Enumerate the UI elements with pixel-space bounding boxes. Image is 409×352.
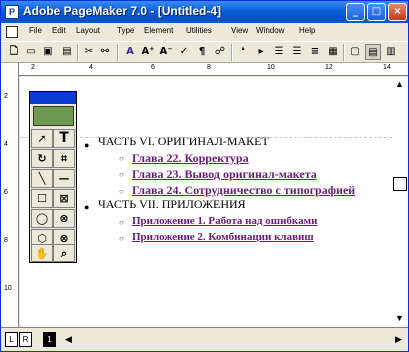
rotate-tool-icon[interactable]: ↻ bbox=[31, 149, 53, 168]
bullet-icon: ○ bbox=[119, 218, 124, 227]
doc-line[interactable]: Приложение 1. Работа над ошибками bbox=[132, 215, 317, 227]
cut-icon[interactable]: ✂ bbox=[81, 44, 97, 60]
menu-type[interactable]: Type bbox=[117, 26, 134, 35]
rectangle-frame-tool-icon[interactable]: ⊠ bbox=[53, 189, 75, 208]
doc-line[interactable]: ЧАСТЬ VII. ПРИЛОЖЕНИЯ bbox=[98, 197, 246, 212]
bullet-icon: ○ bbox=[119, 170, 124, 179]
crop-tool-icon[interactable]: ⌗ bbox=[53, 149, 75, 168]
print-icon[interactable]: ▤ bbox=[59, 44, 75, 60]
scroll-thumb[interactable] bbox=[393, 177, 407, 191]
ruler-label: 14 bbox=[383, 64, 391, 71]
hand-tool-icon[interactable]: ✋ bbox=[31, 244, 53, 262]
ruler-label: 8 bbox=[207, 64, 211, 71]
outline-icon[interactable]: ▦ bbox=[325, 44, 341, 60]
open-icon[interactable]: ▭ bbox=[23, 44, 39, 60]
menu-window[interactable]: Window bbox=[256, 26, 284, 35]
document-menu-icon[interactable] bbox=[6, 26, 18, 38]
frame-icon[interactable]: ▢ bbox=[347, 44, 363, 60]
ruler-label: 6 bbox=[151, 64, 155, 71]
menu-bar: File Edit Layout Type Element Utilities … bbox=[1, 23, 408, 41]
vertical-ruler[interactable]: 2 4 6 8 10 bbox=[1, 63, 19, 328]
rectangle-tool-icon[interactable]: ☐ bbox=[31, 189, 53, 208]
align-left-icon[interactable]: ☰ bbox=[271, 44, 287, 60]
close-button[interactable]: × bbox=[388, 3, 407, 21]
bullet-icon: ○ bbox=[119, 234, 124, 243]
ruler-label: 2 bbox=[4, 93, 8, 100]
text-tool-icon[interactable]: T bbox=[53, 129, 75, 148]
find-icon[interactable]: ⚯ bbox=[97, 44, 113, 60]
line-tool-icon[interactable]: ╲ bbox=[31, 169, 53, 188]
window-view-icon[interactable]: ▤ bbox=[365, 44, 381, 60]
doc-line[interactable]: Глава 23. Вывод оригинал-макета bbox=[132, 167, 317, 182]
title-bar: P Adobe PageMaker 7.0 - [Untitled-4] _ □… bbox=[1, 1, 408, 23]
ruler-label: 10 bbox=[4, 285, 12, 292]
menu-edit[interactable]: Edit bbox=[52, 26, 66, 35]
master-page-right[interactable]: R bbox=[19, 332, 32, 347]
toolbar: 🗋 ▭ ▣ ▤ ✂ ⚯ A A⁺ A⁻ ✓ ¶ ☍ ❛ ▸ ☰ ☰ ≡ ▦ ▢ … bbox=[1, 41, 408, 63]
align-justify-icon[interactable]: ☰ bbox=[289, 44, 305, 60]
font-icon[interactable]: A bbox=[122, 44, 138, 60]
doc-line[interactable]: Глава 24. Сотрудничество с типографией bbox=[132, 183, 355, 198]
ruler-label: 10 bbox=[267, 64, 275, 71]
ellipse-tool-icon[interactable]: ◯ bbox=[31, 209, 53, 228]
ruler-label: 12 bbox=[325, 64, 333, 71]
page-1-icon[interactable]: 1 bbox=[43, 332, 56, 347]
menu-element[interactable]: Element bbox=[144, 26, 173, 35]
doc-line[interactable]: Глава 22. Корректура bbox=[132, 151, 249, 166]
constrained-line-tool-icon[interactable]: — bbox=[53, 169, 75, 188]
pointer-tool-icon[interactable]: ➚ bbox=[31, 129, 53, 148]
menu-help[interactable]: Help bbox=[299, 26, 315, 35]
pagemaker-icon[interactable]: P bbox=[5, 5, 19, 19]
font-larger-icon[interactable]: A⁺ bbox=[140, 44, 156, 60]
ellipse-frame-tool-icon[interactable]: ⊗ bbox=[53, 209, 75, 228]
special-char-icon[interactable]: ¶ bbox=[194, 44, 210, 60]
scroll-down-icon[interactable]: ▼ bbox=[395, 313, 404, 323]
status-bar: L R 1 ◀ ▶ bbox=[1, 327, 408, 351]
menu-layout[interactable]: Layout bbox=[76, 26, 100, 35]
spell-check-icon[interactable]: ✓ bbox=[176, 44, 192, 60]
minimize-button[interactable]: _ bbox=[346, 3, 365, 21]
ruler-label: 8 bbox=[4, 237, 8, 244]
window-title: Adobe PageMaker 7.0 - [Untitled-4] bbox=[23, 4, 222, 18]
indent-icon[interactable]: ▸ bbox=[253, 44, 269, 60]
bullet-icon: ○ bbox=[119, 154, 124, 163]
toolbox-palette[interactable]: ➚ T ↻ ⌗ ╲ — ☐ ⊠ ◯ ⊗ ⬡ ⊗ ✋ ⌕ bbox=[29, 91, 77, 263]
ruler-label: 6 bbox=[4, 189, 8, 196]
scroll-right-icon[interactable]: ▶ bbox=[395, 334, 402, 345]
zoom-tool-icon[interactable]: ⌕ bbox=[53, 244, 75, 262]
bullet-icon: ● bbox=[84, 140, 90, 150]
doc-line[interactable]: Приложение 2. Комбинации клавиш bbox=[132, 231, 314, 243]
menu-view[interactable]: View bbox=[231, 26, 248, 35]
scroll-left-icon[interactable]: ◀ bbox=[65, 334, 72, 345]
vertical-scrollbar[interactable]: ▲ ▼ bbox=[392, 77, 408, 327]
toolbox-preview-icon bbox=[33, 106, 74, 126]
maximize-button[interactable]: □ bbox=[367, 3, 386, 21]
bullet-icon: ● bbox=[84, 202, 90, 212]
menu-file[interactable]: File bbox=[29, 26, 42, 35]
save-icon[interactable]: ▣ bbox=[40, 44, 56, 60]
font-smaller-icon[interactable]: A⁻ bbox=[158, 44, 174, 60]
horizontal-ruler[interactable]: 2 4 6 8 10 12 14 bbox=[19, 63, 408, 76]
master-page-left[interactable]: L bbox=[5, 332, 18, 347]
app-window: P Adobe PageMaker 7.0 - [Untitled-4] _ □… bbox=[0, 0, 409, 352]
scroll-up-icon[interactable]: ▲ bbox=[395, 79, 404, 89]
toolbox-title-bar[interactable] bbox=[30, 92, 76, 104]
bullet-icon: ○ bbox=[119, 187, 124, 196]
list-icon[interactable]: ≡ bbox=[307, 44, 323, 60]
ruler-label: 4 bbox=[89, 64, 93, 71]
ruler-label: 2 bbox=[31, 64, 35, 71]
new-icon[interactable]: 🗋 bbox=[6, 44, 22, 60]
quote-icon[interactable]: ❛ bbox=[235, 44, 251, 60]
ruler-label: 4 bbox=[4, 141, 8, 148]
page-view-icon[interactable]: ▥ bbox=[383, 44, 399, 60]
link-icon[interactable]: ☍ bbox=[212, 44, 228, 60]
menu-utilities[interactable]: Utilities bbox=[186, 26, 212, 35]
